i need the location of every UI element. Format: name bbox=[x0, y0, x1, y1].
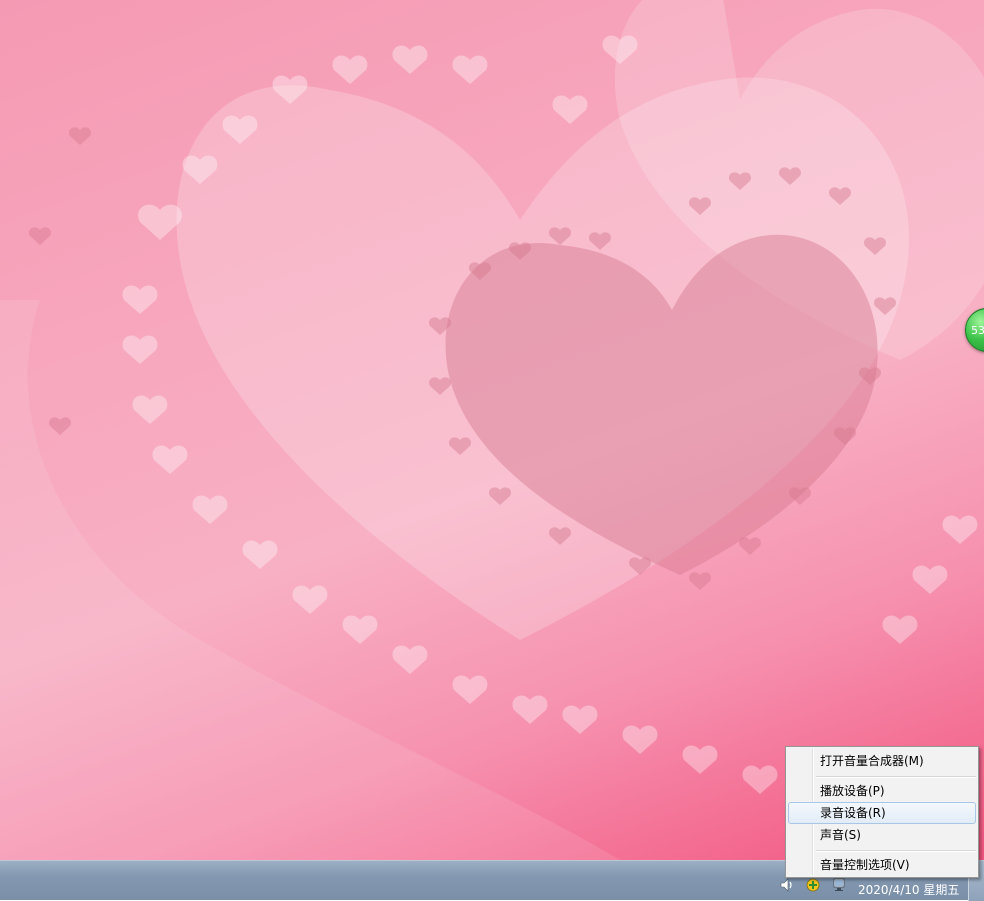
speaker-icon[interactable] bbox=[780, 877, 794, 892]
volume-context-menu: 打开音量合成器(M) 播放设备(P) 录音设备(R) 声音(S) 音量控制选项(… bbox=[785, 746, 979, 878]
desktop-wallpaper: 53 bbox=[0, 0, 984, 860]
menu-item-playback-devices[interactable]: 播放设备(P) bbox=[788, 780, 976, 802]
menu-item-recording-devices[interactable]: 录音设备(R) bbox=[788, 802, 976, 824]
menu-separator bbox=[816, 850, 976, 852]
menu-item-open-volume-mixer[interactable]: 打开音量合成器(M) bbox=[788, 750, 976, 772]
menu-separator bbox=[816, 776, 976, 778]
lace-heart-pattern bbox=[0, 0, 984, 860]
menu-item-volume-control-options[interactable]: 音量控制选项(V) bbox=[788, 854, 976, 876]
menu-item-sounds[interactable]: 声音(S) bbox=[788, 824, 976, 846]
network-icon[interactable] bbox=[832, 877, 846, 891]
app-tray-icon[interactable] bbox=[806, 877, 820, 892]
taskbar-clock[interactable]: 2020/4/10 星期五 bbox=[858, 881, 959, 898]
